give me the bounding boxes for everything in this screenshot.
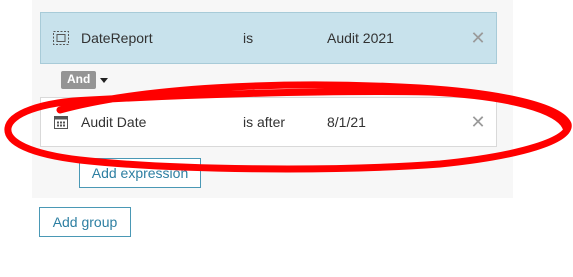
chevron-down-icon: [100, 77, 109, 83]
expression-operator[interactable]: is: [243, 30, 327, 46]
expression-field[interactable]: DateReport: [81, 30, 243, 46]
logical-operator-dropdown[interactable]: And: [61, 71, 109, 89]
expression-value[interactable]: Audit 2021: [327, 30, 460, 46]
logical-operator-label: And: [61, 71, 97, 89]
expression-row-date-report[interactable]: DateReport is Audit 2021 ✕: [40, 12, 497, 64]
remove-expression-button[interactable]: ✕: [460, 13, 496, 63]
expression-row-audit-date[interactable]: Audit Date is after 8/1/21 ✕: [40, 97, 497, 147]
date-report-field-icon: [41, 30, 81, 46]
add-group-button[interactable]: Add group: [39, 207, 131, 237]
expression-value[interactable]: 8/1/21: [327, 114, 460, 130]
add-expression-button[interactable]: Add expression: [79, 158, 201, 188]
remove-expression-button[interactable]: ✕: [460, 98, 496, 146]
calendar-icon: [41, 114, 81, 130]
expression-field[interactable]: Audit Date: [81, 114, 243, 130]
expression-operator[interactable]: is after: [243, 114, 327, 130]
